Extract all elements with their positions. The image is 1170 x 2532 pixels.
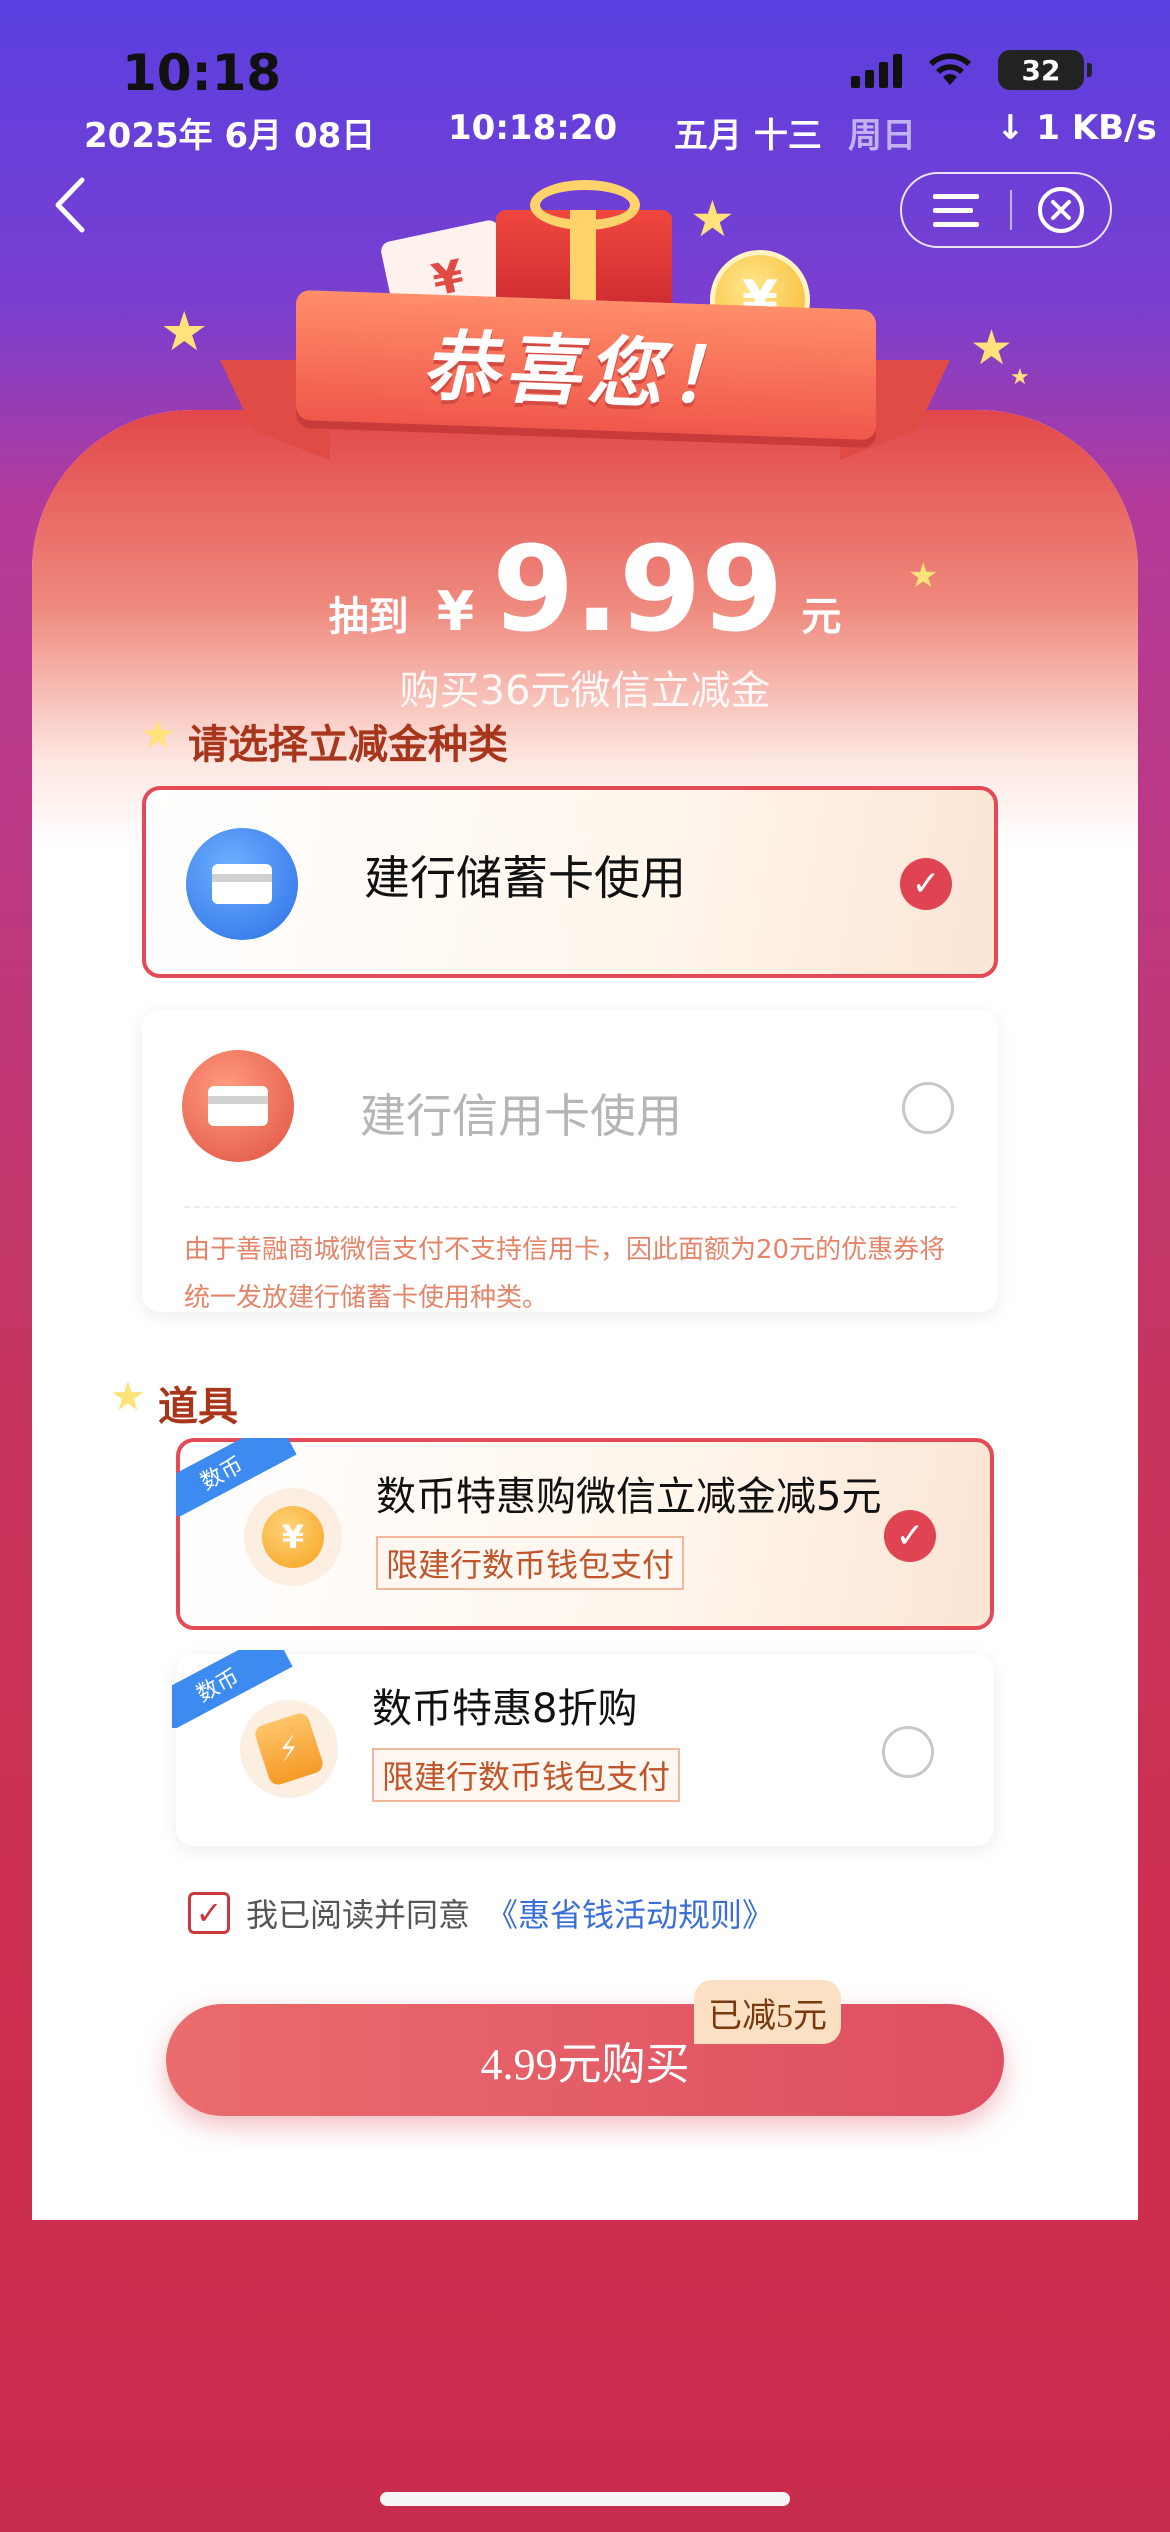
agreement-checkbox[interactable]: ✓: [188, 1892, 230, 1934]
checkmark-icon: ✓: [884, 1510, 936, 1562]
yuan-coin-icon: ¥: [244, 1488, 342, 1586]
prize-subtitle: 购买36元微信立减金: [399, 668, 771, 714]
battery-icon: 32: [998, 50, 1092, 90]
credit-card-note: 由于善融商城微信支付不支持信用卡，因此面额为20元的优惠券将统一发放建行储蓄卡使…: [184, 1235, 946, 1313]
status-clock: 10:18:20: [448, 108, 618, 148]
star-icon: ★: [1010, 365, 1030, 390]
celebration-banner: ¥ ¥ 恭喜您！ ★ ★ ★ ★: [0, 170, 1170, 490]
status-lunar: 五月 十三: [674, 116, 822, 156]
status-icons: 32: [851, 50, 1092, 90]
status-net-speed: ↓ 1 KB/s: [996, 108, 1157, 148]
status-time: 10:18: [122, 44, 282, 102]
cellular-signal-icon: [851, 52, 902, 88]
prize-amount: 9.99: [492, 520, 784, 658]
section-title-type-text: 请选择立减金种类: [188, 722, 508, 768]
prop-item-20-off[interactable]: 数币 ⚡ 数币特惠8折购 限建行数币钱包支付: [172, 1650, 994, 1846]
buy-button-label: 4.99元购买: [480, 2040, 690, 2089]
star-icon: ★: [908, 556, 939, 596]
status-weekday: 周日: [848, 116, 916, 156]
prop-item-title: 数币特惠8折购: [372, 1686, 638, 1732]
rules-link[interactable]: 《惠省钱活动规则》: [486, 1890, 774, 1936]
buy-button[interactable]: 4.99元购买: [166, 2004, 1004, 2116]
option-credit-card-label: 建行信用卡使用: [360, 1089, 682, 1143]
prop-item-tag: 限建行数币钱包支付: [376, 1536, 685, 1590]
status-date: 2025年 6月 08日: [84, 116, 376, 156]
prize-prefix: 抽到: [328, 594, 409, 640]
congrats-title: 恭喜您！: [422, 321, 750, 422]
debit-card-icon: [186, 828, 298, 940]
congrats-ribbon: 恭喜您！: [296, 289, 876, 441]
prize-unit: 元: [801, 594, 842, 640]
option-divider: [184, 1206, 956, 1208]
radio-unchecked-icon: [902, 1082, 954, 1134]
yuan-coin-glyph: ¥: [262, 1506, 324, 1568]
checkmark-icon: ✓: [900, 858, 952, 910]
radio-unchecked-icon: [882, 1726, 934, 1778]
section-title-type: ★ 请选择立减金种类: [140, 712, 508, 770]
star-icon: ★: [970, 320, 1014, 376]
prize-amount-block: 抽到 ¥ 9.99 元: [32, 520, 1138, 658]
discount-tag-icon: ⚡: [240, 1700, 338, 1798]
discount-tag-glyph: ⚡: [252, 1710, 326, 1788]
prop-item-title: 数币特惠购微信立减金减5元: [376, 1474, 882, 1520]
star-icon: ★: [690, 190, 735, 248]
section-title-props: ★ 道具: [110, 1374, 238, 1432]
status-bar: 10:18 32 2025年 6月 08日 10:18:20 五月 十三 周日 …: [0, 0, 1170, 160]
discount-badge: 已减5元: [694, 1980, 841, 2044]
option-debit-card[interactable]: 建行储蓄卡使用 ✓: [142, 786, 998, 978]
option-credit-card[interactable]: 建行信用卡使用 由于善融商城微信支付不支持信用卡，因此面额为20元的优惠券将统一…: [142, 1010, 998, 1313]
sparkle-icon: ★: [140, 712, 176, 758]
agreement-row: ✓ 我已阅读并同意 《惠省钱活动规则》: [188, 1890, 774, 1936]
wifi-icon: [929, 53, 971, 85]
agreement-text: 我已阅读并同意: [246, 1896, 471, 1934]
gift-bow-icon: [530, 180, 640, 230]
credit-card-icon: [182, 1050, 294, 1162]
home-indicator[interactable]: [380, 2492, 790, 2506]
option-debit-card-label: 建行储蓄卡使用: [364, 851, 686, 905]
sparkle-icon: ★: [110, 1374, 146, 1420]
prop-item-discount-5[interactable]: 数币 ¥ 数币特惠购微信立减金减5元 限建行数币钱包支付 ✓: [176, 1438, 994, 1630]
prize-currency: ¥: [436, 580, 475, 643]
star-icon: ★: [160, 300, 209, 363]
prop-item-tag: 限建行数币钱包支付: [372, 1748, 681, 1802]
section-title-props-text: 道具: [158, 1384, 238, 1430]
